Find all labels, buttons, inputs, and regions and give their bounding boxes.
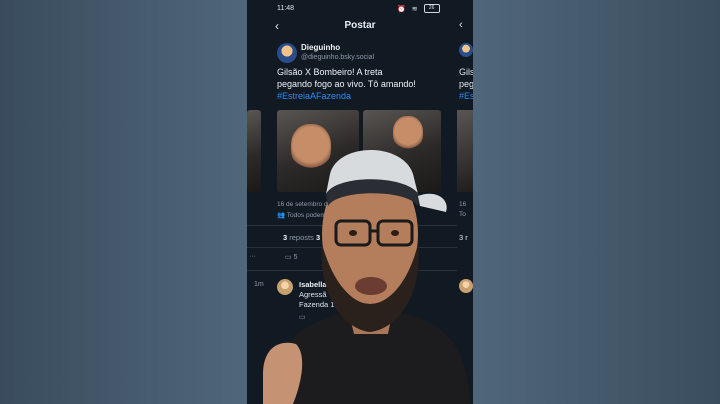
- replies-count: 5: [293, 254, 298, 261]
- author-name[interactable]: Dieguinho: [301, 43, 340, 52]
- reposts-fragment: 3 r: [459, 233, 468, 242]
- reply-comment-icon[interactable]: ▭: [299, 313, 306, 321]
- people-icon: 👥: [277, 212, 286, 219]
- post-text-line-2: pegando fogo ao vivo. Tô amando!: [277, 79, 416, 89]
- divider: [247, 270, 473, 271]
- reposts-label: reposts: [289, 233, 314, 242]
- post-stats[interactable]: 3 reposts 3: [283, 233, 320, 242]
- post-date: 16 de setembro d: [277, 201, 328, 208]
- post-text-fragment: Gils peg #Est: [459, 66, 473, 102]
- author-handle[interactable]: @dieguinho.bsky.social: [301, 54, 374, 61]
- hashtag-fragment: #Est: [459, 91, 473, 101]
- post-images: [247, 110, 473, 192]
- alarm-icon: ⏰: [397, 5, 406, 13]
- text-fragment: Gils: [459, 67, 473, 77]
- divider: [247, 247, 473, 248]
- battery-icon: 26: [423, 4, 440, 13]
- post-text-line-1: Gilsão X Bombeiro! A treta: [277, 67, 383, 77]
- audience-row: 👥 Todos podem: [277, 211, 326, 219]
- status-time: 11:48: [277, 5, 294, 12]
- back-arrow-icon: ‹: [459, 19, 463, 31]
- reply-text-line-2: Fazenda 1: [299, 300, 335, 309]
- divider: [247, 225, 473, 226]
- reply-author-name[interactable]: Isabella: [299, 280, 327, 289]
- text-fragment: peg: [459, 79, 473, 89]
- post-image-fragment: [457, 110, 473, 192]
- post-image-2[interactable]: [363, 110, 441, 192]
- post-image-previous[interactable]: [247, 110, 261, 192]
- likes-count: 3: [315, 233, 321, 242]
- more-icon[interactable]: ···: [249, 253, 256, 260]
- reply-avatar: [459, 279, 473, 293]
- audience-label: Todos podem: [286, 212, 326, 219]
- reposts-count: 3: [283, 233, 288, 242]
- post-actions: ··· ▭ 5: [247, 253, 473, 267]
- status-icons: ⏰ ≋ 26: [397, 4, 440, 13]
- status-bar: 11:48 ⏰ ≋ 26: [247, 0, 473, 18]
- wifi-icon: ≋: [411, 5, 418, 13]
- reply-time: 1m: [254, 281, 264, 288]
- post-image-1[interactable]: [277, 110, 359, 192]
- reply-text: Agressã Fazenda 1: [299, 290, 334, 310]
- reply-text-line-1: Agressã: [299, 290, 327, 299]
- blurred-background-left: [0, 0, 247, 404]
- reply-avatar[interactable]: [277, 279, 293, 295]
- top-bar: ‹ Postar: [247, 18, 473, 36]
- reply-button[interactable]: ▭ 5: [285, 253, 297, 261]
- audience-fragment: To: [459, 211, 466, 218]
- comment-icon: ▭: [285, 254, 292, 261]
- author-avatar[interactable]: [277, 43, 297, 63]
- author-avatar: [459, 43, 473, 57]
- post-text: Gilsão X Bombeiro! A treta pegando fogo …: [277, 66, 447, 102]
- blurred-background-right: [473, 0, 720, 404]
- date-fragment: 16: [459, 201, 467, 208]
- reply-item[interactable]: 1m Isabella Agressã Fazenda 1 ▭: [247, 276, 473, 326]
- hashtag-link[interactable]: #EstreiaAFazenda: [277, 90, 447, 102]
- duplicate-screen-right: ‹ Gils peg #Est 16 To 3 r: [457, 0, 473, 404]
- phone-screen: 11:48 ⏰ ≋ 26 ‹ Postar Dieguinho @dieguin…: [247, 0, 473, 404]
- page-title: Postar: [344, 20, 376, 31]
